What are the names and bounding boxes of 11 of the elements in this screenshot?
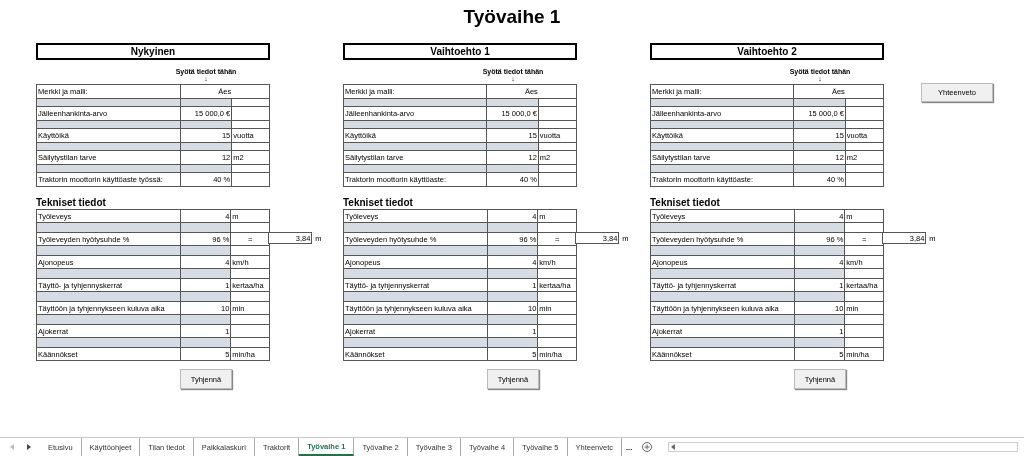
section-subheading: Tekniset tiedot xyxy=(650,197,721,209)
section-heading: Vaihtoehto 1 xyxy=(343,43,577,60)
sheet-title: Työvaihe 1 xyxy=(462,5,562,29)
scroll-right-icon[interactable] xyxy=(25,444,31,450)
scroll-left-icon[interactable] xyxy=(671,444,677,450)
section-subheading: Tekniset tiedot xyxy=(343,197,414,209)
section-subheading: Tekniset tiedot xyxy=(36,197,107,209)
add-sheet-icon[interactable] xyxy=(642,442,653,452)
section-heading: Vaihtoehto 2 xyxy=(650,43,884,60)
horizontal-scrollbar[interactable] xyxy=(668,442,1018,452)
section-heading: Nykyinen xyxy=(36,43,270,60)
